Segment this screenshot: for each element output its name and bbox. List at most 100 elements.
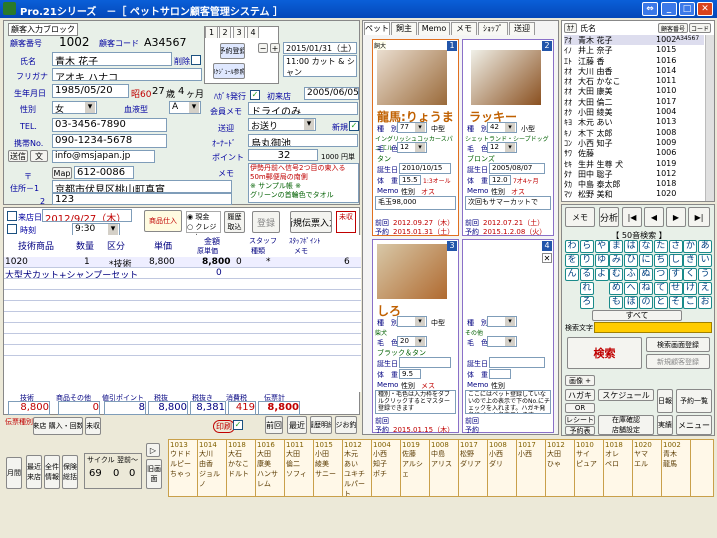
- kana-key[interactable]: も: [609, 296, 624, 309]
- kana-key[interactable]: ね: [639, 282, 653, 295]
- kana-key[interactable]: よ: [594, 268, 609, 281]
- kana-key[interactable]: そ: [668, 296, 683, 309]
- all-button[interactable]: すべて: [592, 310, 682, 321]
- search-button[interactable]: 検索: [567, 337, 642, 369]
- visit-date-field[interactable]: 2012/9/27（木）: [42, 209, 132, 222]
- tab-delivery[interactable]: 送迎: [509, 22, 535, 35]
- kana-key[interactable]: ら: [579, 240, 594, 253]
- customer-list-row[interactable]: ｵｵ 大田 倫二 1017: [564, 97, 704, 107]
- calendar-column[interactable]: 1019 佐藤 アルシェ: [401, 440, 430, 496]
- kana-key[interactable]: を: [565, 254, 579, 267]
- stock-button[interactable]: 在庫確認 店舗設定: [598, 415, 654, 435]
- actual-button[interactable]: 実績: [657, 415, 673, 435]
- name-field[interactable]: 青木 花子: [52, 52, 172, 66]
- calendar-column[interactable]: 1011 大田 倫二 ソフィ: [285, 440, 314, 496]
- register-slip-button[interactable]: 登録: [252, 211, 280, 233]
- email-field[interactable]: info@msjapan.jp: [52, 150, 155, 163]
- first-record-button[interactable]: |◀: [622, 207, 642, 227]
- kana-key[interactable]: む: [609, 268, 624, 281]
- slip-row[interactable]: [4, 290, 361, 301]
- tab-memo-en[interactable]: Memo: [418, 22, 450, 35]
- customer-list-row[interactable]: ｾｷ 生井 生尊 犬 1019: [564, 159, 704, 169]
- kana-key[interactable]: ぬ: [639, 268, 653, 281]
- calendar-column[interactable]: 1018 オレ ペロ: [604, 440, 633, 496]
- pet1-breed[interactable]: 77: [397, 122, 427, 133]
- all-info-button[interactable]: 全件情報: [44, 455, 60, 489]
- kana-key[interactable]: き: [683, 254, 698, 267]
- close-button[interactable]: ✕: [697, 2, 713, 16]
- tab-shop[interactable]: ｼｮｯﾌﾟ: [478, 22, 508, 35]
- calendar-column[interactable]: 1012 木元 あい ユキチ ルパート: [343, 440, 372, 496]
- new-customer-button[interactable]: 新規顧客登録: [646, 354, 710, 369]
- maximize-button[interactable]: □: [679, 2, 695, 16]
- calendar-column[interactable]: 1015 小田 綾美 サニー: [314, 440, 343, 496]
- birth-field[interactable]: 1985/05/20: [52, 84, 129, 98]
- kana-key[interactable]: の: [639, 296, 653, 309]
- prev-record-button[interactable]: ◀: [644, 207, 664, 227]
- kana-key[interactable]: く: [683, 268, 698, 281]
- pet3-birth[interactable]: [399, 357, 451, 368]
- customer-list-row[interactable]: ﾀﾅ 田中 聡子 1012: [564, 169, 704, 179]
- map-button[interactable]: Map: [52, 167, 72, 179]
- calendar-column[interactable]: 1016 大田 康美 ハンサ レム: [256, 440, 285, 496]
- slip-row[interactable]: [4, 345, 361, 356]
- pet3-memo[interactable]: 種別・毛色は入力枠をダブルクリックするとマスター登録できます: [375, 390, 456, 414]
- address1-field[interactable]: 京都市伏見区桃山町真宵: [52, 180, 232, 193]
- list-tab-name[interactable]: 氏名: [580, 23, 596, 34]
- blood-select[interactable]: A: [169, 101, 201, 114]
- old-screen-button[interactable]: 旧画面: [146, 459, 162, 489]
- gender-select[interactable]: 女: [52, 101, 97, 114]
- calendar-column[interactable]: 1018 大石 かなこ ドルト: [227, 440, 256, 496]
- search-text-field[interactable]: [594, 322, 712, 333]
- calendar-column[interactable]: 1004 小西 知子 ポチ: [372, 440, 401, 496]
- reservation-tab-1[interactable]: 1: [205, 26, 218, 38]
- reservation-tab-3[interactable]: 3: [233, 26, 245, 38]
- kana-key[interactable]: し: [668, 254, 683, 267]
- slip-row[interactable]: [4, 334, 361, 345]
- last-record-button[interactable]: ▶|: [688, 207, 710, 227]
- reservation-detail[interactable]: 11:00 カット & シャン プー: [283, 55, 357, 77]
- kana-key[interactable]: わ: [565, 240, 579, 253]
- dm-checkbox[interactable]: ✓: [250, 90, 260, 100]
- slip-row[interactable]: 1020 1 *技術 8,800 8,800 0 * 6: [4, 257, 361, 268]
- recent-visit-button[interactable]: 最近来店: [26, 455, 42, 489]
- kana-key[interactable]: さ: [668, 240, 683, 253]
- mobile-field[interactable]: 090-1234-5678: [52, 134, 167, 148]
- kana-field[interactable]: アオキ ハナコ: [52, 68, 202, 81]
- kana-key[interactable]: か: [683, 240, 698, 253]
- pet4-breed[interactable]: [487, 316, 517, 327]
- kana-key[interactable]: め: [609, 282, 624, 295]
- kana-key[interactable]: ん: [565, 268, 579, 281]
- calendar-column[interactable]: 1017 松野 ダリア: [459, 440, 488, 496]
- address2-field[interactable]: 123: [52, 193, 232, 205]
- customer-list-row[interactable]: ｲﾉ 井上 奈子 1015: [564, 45, 704, 55]
- owner-field[interactable]: 烏丸御池: [248, 134, 358, 147]
- hagaki-button[interactable]: ハガキ: [565, 389, 595, 401]
- kana-key[interactable]: つ: [653, 268, 668, 281]
- schedule-view-button[interactable]: ｽｹｼﾞｭｰﾙ参照: [213, 63, 245, 79]
- calendar-column[interactable]: 1012 大田 ひゃ: [546, 440, 575, 496]
- calendar-column[interactable]: 1008 中島 アリス: [430, 440, 459, 496]
- slip-row[interactable]: 大型犬カット+シャンプーセット 0: [4, 268, 361, 279]
- insurance-summary-button[interactable]: 保険総括: [62, 455, 78, 489]
- pet4-birth[interactable]: [489, 357, 545, 368]
- pet2-weight[interactable]: 12.0: [489, 175, 511, 185]
- customer-list-row[interactable]: ｱｵ 青木 花子 1002 A34567: [564, 35, 704, 46]
- kana-key[interactable]: い: [698, 254, 713, 267]
- customer-list-row[interactable]: ｺﾝ 小西 知子 1009: [564, 138, 704, 148]
- pet3-color[interactable]: 20: [397, 336, 427, 347]
- kana-key[interactable]: ほ: [624, 296, 639, 309]
- kana-key[interactable]: み: [609, 254, 624, 267]
- visit-checkbox[interactable]: [7, 211, 17, 221]
- list-tab-number[interactable]: 顧客番号: [658, 23, 688, 33]
- customer-list-row[interactable]: ｵｸ 小田 綾美 1004: [564, 107, 704, 117]
- receipt-button[interactable]: レシート: [565, 415, 595, 425]
- calendar-column[interactable]: 1008 小西 ダリ: [488, 440, 517, 496]
- kana-key[interactable]: は: [624, 240, 639, 253]
- pet4-close-icon[interactable]: ✕: [542, 253, 552, 263]
- tab-owner[interactable]: 飼主: [391, 22, 417, 35]
- slip-row[interactable]: [4, 323, 361, 334]
- monthly-button[interactable]: 月間: [6, 457, 22, 489]
- pet2-memo[interactable]: 次回もサマーカットで: [465, 196, 551, 210]
- calendar-column[interactable]: 1002 青木 龍馬: [662, 440, 691, 496]
